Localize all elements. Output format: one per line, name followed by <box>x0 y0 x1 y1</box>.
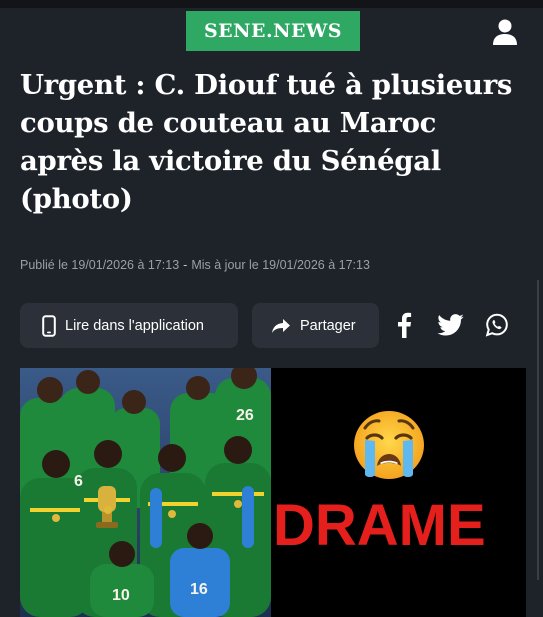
share-arrow-icon <box>271 318 291 334</box>
facebook-icon[interactable] <box>390 311 418 339</box>
scrollbar[interactable] <box>537 280 539 580</box>
whatsapp-icon[interactable] <box>483 311 511 339</box>
crying-face-icon <box>351 408 427 482</box>
read-in-app-button[interactable]: Lire dans l'application <box>20 303 238 348</box>
article-meta: Publié le 19/01/2026 à 17:13- Mis à jour … <box>20 258 370 272</box>
jersey-number: 10 <box>112 587 130 604</box>
updated-date: Mis à jour le 19/01/2026 à 17:13 <box>191 258 370 272</box>
meta-separator: - <box>183 258 188 272</box>
jersey-number: 16 <box>190 581 208 598</box>
user-icon[interactable] <box>492 18 518 46</box>
status-bar <box>0 0 543 8</box>
drame-panel: DRAME <box>271 368 526 617</box>
site-logo[interactable]: SENE.NEWS <box>186 11 360 51</box>
article-image[interactable]: 26 10 16 6 DRAME <box>20 368 526 617</box>
phone-icon <box>42 314 56 337</box>
share-button[interactable]: Partager <box>252 303 379 348</box>
jersey-number: 6 <box>74 473 83 490</box>
article-title: Urgent : C. Diouf tué à plusieurs coups … <box>20 69 513 215</box>
jersey-number: 26 <box>236 407 254 424</box>
site-header: SENE.NEWS <box>0 8 543 58</box>
logo-text: SENE.NEWS <box>203 20 343 42</box>
twitter-icon[interactable] <box>436 311 464 339</box>
read-in-app-label: Lire dans l'application <box>65 317 204 334</box>
drame-text: DRAME <box>273 493 486 558</box>
team-celebration-photo: 26 10 16 6 <box>20 368 271 617</box>
share-label: Partager <box>300 317 356 334</box>
published-date: Publié le 19/01/2026 à 17:13 <box>20 258 180 272</box>
